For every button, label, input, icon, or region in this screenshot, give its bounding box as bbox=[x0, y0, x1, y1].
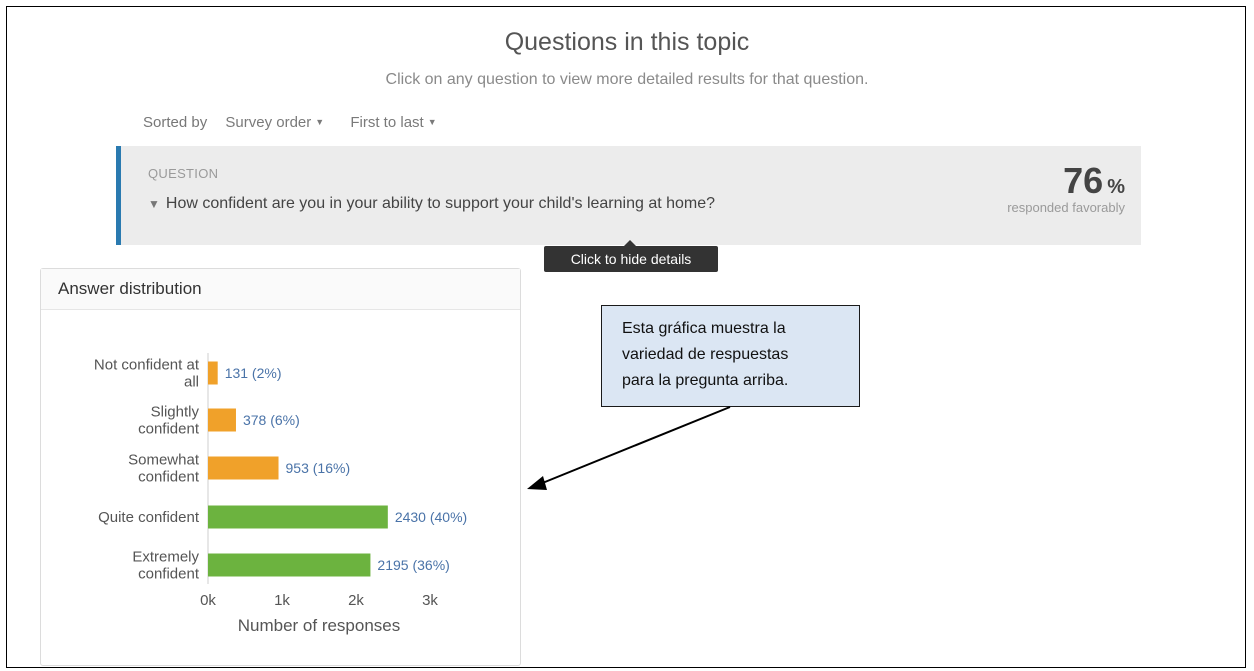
answer-distribution-chart: 131 (2%) Not confident atall 378 (6%) Sligh… bbox=[94, 353, 467, 635]
annotation-callout: Esta gráfica muestra la variedad de resp… bbox=[601, 305, 860, 407]
sort-order-value: Survey order bbox=[225, 114, 312, 131]
answer-distribution-panel: Answer distribution 131 (2%) Not confiden… bbox=[40, 268, 521, 666]
question-text: ▼ How confident are you in your ability t… bbox=[148, 194, 748, 214]
chart-data-label: 378 (6%) bbox=[243, 412, 300, 428]
percent-value: 76 bbox=[1063, 160, 1104, 201]
chart-tick-label: 0k bbox=[200, 592, 216, 609]
chart-category-label: confident bbox=[138, 421, 200, 438]
annotation-line-1: Esta gráfica muestra la bbox=[622, 320, 786, 337]
chart-bar bbox=[208, 361, 218, 385]
chart-bar bbox=[208, 505, 388, 529]
chart-data-label: 131 (2%) bbox=[225, 365, 282, 381]
page-title: Questions in this topic bbox=[504, 28, 750, 56]
percent-sign: % bbox=[1107, 176, 1125, 198]
chart-data-label: 2195 (36%) bbox=[377, 557, 449, 573]
favorable-percent: 76% responded favorably bbox=[1007, 160, 1125, 215]
caret-down-icon: ▼ bbox=[315, 117, 325, 127]
chart-category-label: Quite confident bbox=[98, 509, 200, 526]
chart-tick-label: 2k bbox=[348, 592, 364, 609]
chart-category-label: Extremely bbox=[132, 549, 199, 566]
annotation-line-3: para la pregunta arriba. bbox=[622, 372, 789, 389]
chart-tick-label: 3k bbox=[422, 592, 438, 609]
question-card[interactable]: QUESTION ▼ How confident are you in your … bbox=[116, 146, 1141, 245]
chart-data-label: 953 (16%) bbox=[286, 460, 351, 476]
chart-bar bbox=[208, 456, 279, 480]
chevron-down-icon[interactable]: ▼ bbox=[148, 197, 160, 211]
chart-category-label: Not confident at bbox=[94, 357, 200, 374]
sort-bar: Sorted by Survey order ▼ First to last ▼ bbox=[143, 114, 437, 131]
chart-x-axis-title: Number of responses bbox=[238, 616, 401, 635]
caret-down-icon: ▼ bbox=[427, 117, 437, 127]
percent-caption: responded favorably bbox=[1007, 200, 1125, 215]
annotation-line-2: variedad de respuestas bbox=[622, 346, 789, 363]
hide-details-tooltip[interactable]: Click to hide details bbox=[544, 240, 718, 272]
chart-category-label: confident bbox=[138, 566, 200, 583]
sort-label: Sorted by bbox=[143, 114, 208, 131]
chart-data-label: 2430 (40%) bbox=[395, 509, 467, 525]
question-label: QUESTION bbox=[148, 166, 219, 181]
chart-category-label: Slightly bbox=[151, 404, 200, 421]
chart-tick-label: 1k bbox=[274, 592, 290, 609]
page-subtitle: Click on any question to view more detai… bbox=[385, 71, 869, 88]
chart-bar bbox=[208, 408, 236, 432]
sort-direction-dropdown[interactable]: First to last ▼ bbox=[350, 114, 436, 131]
sort-order-dropdown[interactable]: Survey order ▼ bbox=[225, 114, 324, 131]
sort-direction-value: First to last bbox=[350, 114, 424, 131]
chart-category-label: all bbox=[184, 374, 199, 391]
chart-category-label: Somewhat bbox=[128, 452, 200, 469]
question-text-value: How confident are you in your ability to… bbox=[165, 195, 716, 212]
chart-bar bbox=[208, 553, 371, 577]
chart-category-label: confident bbox=[138, 469, 200, 486]
